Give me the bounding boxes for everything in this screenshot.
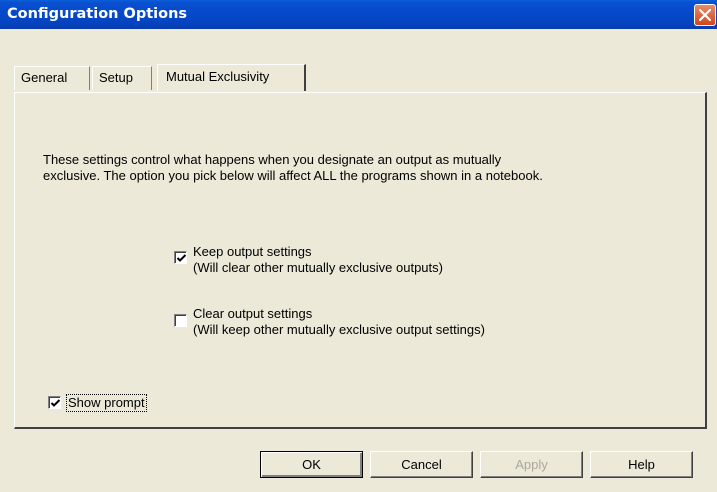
clear-output-settings-title: Clear output settings <box>193 306 313 321</box>
apply-button[interactable]: Apply <box>480 451 583 478</box>
tab-mutual-exclusivity[interactable]: Mutual Exclusivity <box>157 64 306 91</box>
close-icon <box>699 9 711 21</box>
checkmark-icon <box>176 254 187 262</box>
keep-output-settings-sublabel: (Will clear other mutually exclusive out… <box>193 260 443 275</box>
description-text: These settings control what happens when… <box>43 152 683 184</box>
help-button[interactable]: Help <box>590 451 693 478</box>
show-prompt-checkbox[interactable] <box>48 396 61 409</box>
clear-output-settings-sublabel: (Will keep other mutually exclusive outp… <box>193 322 485 337</box>
show-prompt-label[interactable]: Show prompt <box>66 394 147 412</box>
clear-output-settings-label[interactable]: Clear output settings (Will keep other m… <box>193 306 485 338</box>
tab-setup-label: Setup <box>99 70 133 85</box>
tab-general-label: General <box>21 70 68 85</box>
tab-setup[interactable]: Setup <box>92 66 152 90</box>
close-button[interactable] <box>694 4 716 26</box>
checkmark-icon <box>50 399 61 407</box>
ok-button[interactable]: OK <box>260 451 363 478</box>
tab-general[interactable]: General <box>14 66 90 90</box>
keep-output-settings-title: Keep output settings <box>193 244 312 259</box>
description-line-1: These settings control what happens when… <box>43 152 502 167</box>
clear-output-settings-checkbox[interactable] <box>174 314 187 327</box>
tab-mutual-exclusivity-label: Mutual Exclusivity <box>166 69 270 84</box>
keep-output-settings-checkbox[interactable] <box>174 251 187 264</box>
title-bar[interactable]: Configuration Options <box>0 0 717 29</box>
cancel-button[interactable]: Cancel <box>370 451 473 478</box>
keep-output-settings-label[interactable]: Keep output settings (Will clear other m… <box>193 244 443 276</box>
window-title: Configuration Options <box>7 6 188 22</box>
description-line-2: exclusive. The option you pick below wil… <box>43 168 543 183</box>
